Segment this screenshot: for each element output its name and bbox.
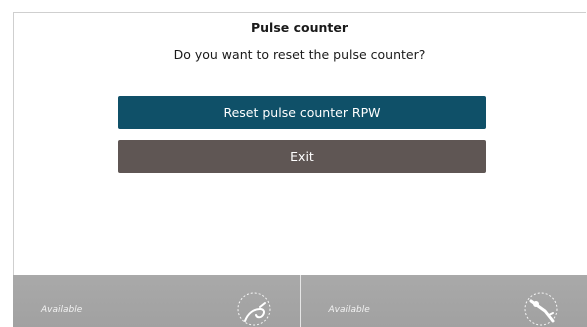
footer-panel-left[interactable]: Available xyxy=(13,275,300,327)
panel-status-text: Available xyxy=(41,305,83,315)
exit-button[interactable]: Exit xyxy=(118,140,486,173)
footer-panel-right[interactable]: Available xyxy=(299,275,587,327)
dialog-title: Pulse counter xyxy=(250,20,349,35)
welding-torch-hose-icon xyxy=(237,292,270,326)
panel-status-text: Available xyxy=(328,305,370,315)
exit-button-label: Exit xyxy=(290,149,314,164)
reset-pulse-counter-button[interactable]: Reset pulse counter RPW xyxy=(118,96,486,129)
reset-button-label: Reset pulse counter RPW xyxy=(223,105,381,120)
dialog-question: Do you want to reset the pulse counter? xyxy=(173,47,426,62)
welding-torch-icon xyxy=(524,292,558,326)
status-footer: Available Available xyxy=(13,275,587,327)
